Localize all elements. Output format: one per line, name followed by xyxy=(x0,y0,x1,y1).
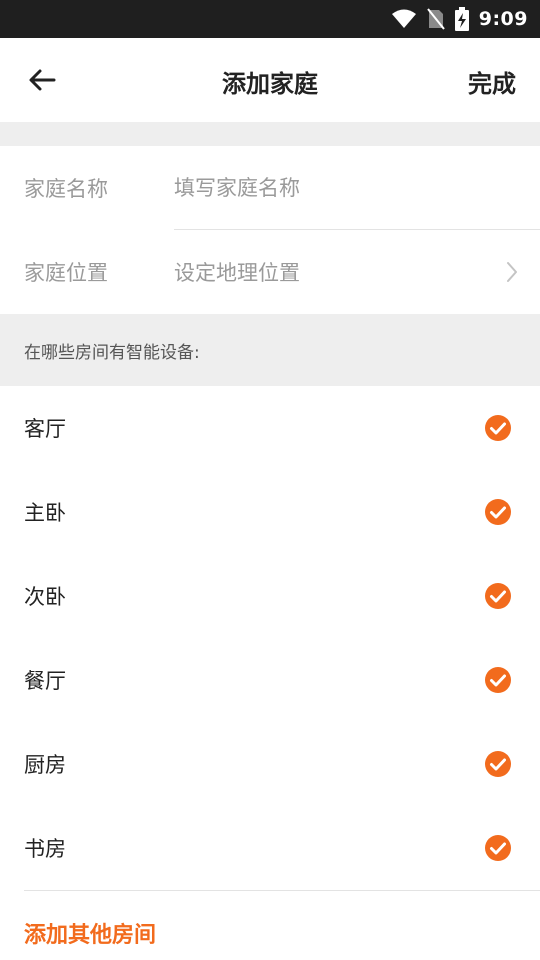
room-item-study[interactable]: 书房 xyxy=(0,806,540,890)
home-name-input[interactable] xyxy=(174,176,504,200)
room-label: 次卧 xyxy=(24,585,66,609)
home-location-label: 家庭位置 xyxy=(24,261,108,285)
room-item-master-bedroom[interactable]: 主卧 xyxy=(0,470,540,554)
wifi-icon xyxy=(391,9,417,29)
home-name-label: 家庭名称 xyxy=(24,177,108,201)
top-spacer xyxy=(0,122,540,146)
done-button[interactable]: 完成 xyxy=(468,64,516,99)
check-circle-icon xyxy=(485,835,511,861)
home-location-value: 设定地理位置 xyxy=(174,261,300,285)
status-time: 9:09 xyxy=(478,8,528,30)
home-name-row: 家庭名称 xyxy=(0,146,540,230)
page-title: 添加家庭 xyxy=(222,70,318,98)
room-item-kitchen[interactable]: 厨房 xyxy=(0,722,540,806)
room-label: 主卧 xyxy=(24,501,66,525)
check-circle-icon xyxy=(485,583,511,609)
room-item-living-room[interactable]: 客厅 xyxy=(0,386,540,470)
room-label: 客厅 xyxy=(24,417,66,441)
status-bar: 9:09 xyxy=(0,0,540,38)
nav-bar: 添加家庭 完成 xyxy=(0,38,540,122)
no-sim-icon xyxy=(426,8,445,30)
home-location-row[interactable]: 家庭位置 设定地理位置 xyxy=(0,230,540,314)
rooms-section-header: 在哪些房间有智能设备: xyxy=(0,314,540,386)
battery-charging-icon xyxy=(454,7,469,31)
room-item-dining-room[interactable]: 餐厅 xyxy=(0,638,540,722)
arrow-left-icon xyxy=(29,69,56,91)
add-other-room-button[interactable]: 添加其他房间 xyxy=(0,891,540,960)
room-label: 书房 xyxy=(24,837,66,861)
chevron-right-icon xyxy=(506,261,518,287)
room-item-second-bedroom[interactable]: 次卧 xyxy=(0,554,540,638)
back-button[interactable] xyxy=(22,60,62,100)
check-circle-icon xyxy=(485,667,511,693)
room-label: 厨房 xyxy=(24,753,66,777)
check-circle-icon xyxy=(485,415,511,441)
check-circle-icon xyxy=(485,499,511,525)
room-label: 餐厅 xyxy=(24,669,66,693)
check-circle-icon xyxy=(485,751,511,777)
room-list: 客厅 主卧 次卧 餐厅 厨房 书房 添加其他房间 xyxy=(0,386,540,960)
